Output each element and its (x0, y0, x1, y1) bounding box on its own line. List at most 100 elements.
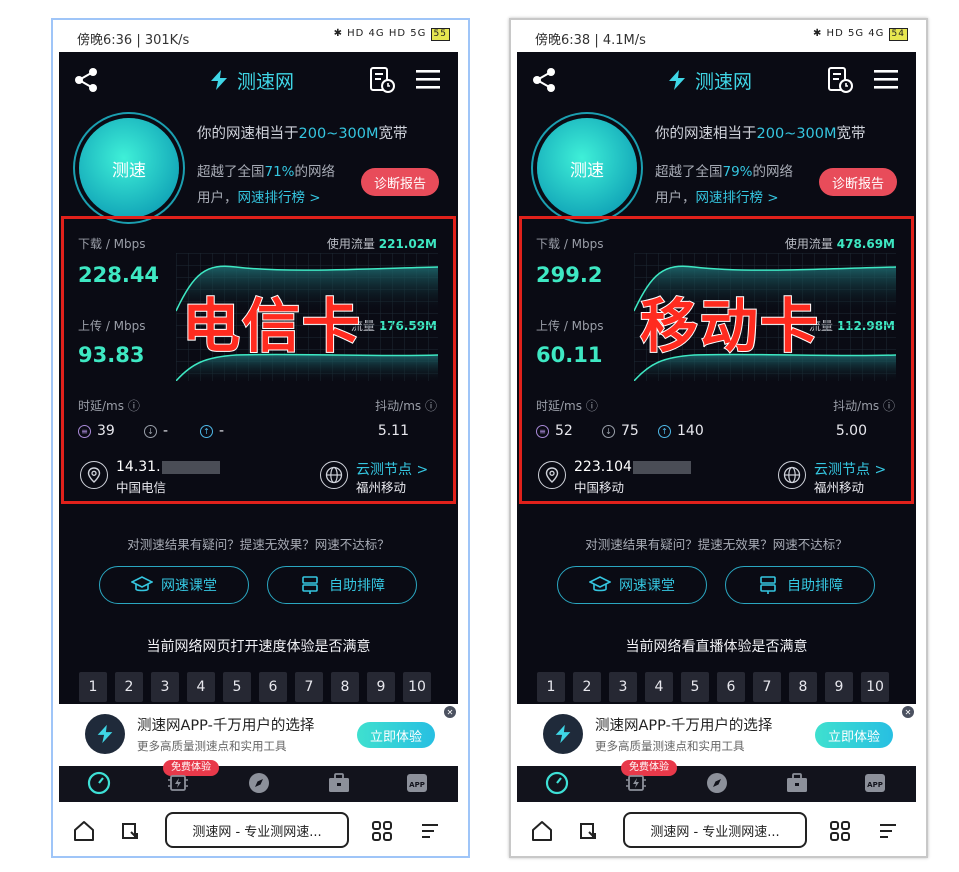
rating-option[interactable]: 3 (609, 672, 637, 702)
address-bar[interactable]: 测速网 - 专业测网速... (165, 812, 349, 848)
bottom-tab-bar: 免费体验 测网速 提网速 发现 工具箱 APP Apps (517, 760, 916, 802)
rating-option[interactable]: 2 (115, 672, 143, 702)
start-test-label: 测速 (112, 160, 146, 181)
rating-option[interactable]: 10 (403, 672, 431, 702)
app-promo-banner[interactable]: 测速网APP-千万用户的选择 更多高质量测速点和实用工具 立即体验 ✕ (59, 704, 458, 766)
speed-course-button[interactable]: 网速课堂 (557, 566, 707, 604)
home-icon[interactable] (73, 820, 95, 842)
grid-icon[interactable] (829, 820, 851, 842)
rating-option[interactable]: 9 (825, 672, 853, 702)
tab-toolbox[interactable]: 工具箱 (767, 770, 827, 802)
rating-option[interactable]: 6 (717, 672, 745, 702)
share-icon[interactable] (531, 66, 559, 94)
self-troubleshoot-button[interactable]: 自助排障 (267, 566, 417, 604)
test-node-link[interactable]: 云测节点 > (356, 459, 428, 479)
tab-discover[interactable]: 发现 (229, 770, 289, 802)
rating-row: 1 2 3 4 5 6 7 8 9 10 (537, 672, 889, 702)
rating-option[interactable]: 4 (187, 672, 215, 702)
address-bar[interactable]: 测速网 - 专业测网速... (623, 812, 807, 848)
start-test-button[interactable]: 测速 (537, 118, 637, 218)
ranking-line: 用户，网速排行榜 > (655, 190, 779, 206)
down-arrow-icon: ↓ (602, 424, 615, 438)
rating-option[interactable]: 1 (79, 672, 107, 702)
grid-icon[interactable] (371, 820, 393, 842)
close-icon[interactable]: ✕ (902, 706, 914, 718)
promo-title: 测速网APP-千万用户的选择 (595, 718, 773, 734)
rating-option[interactable]: 4 (645, 672, 673, 702)
ranking-link[interactable]: 网速排行榜 > (238, 190, 321, 206)
rating-option[interactable]: 5 (681, 672, 709, 702)
try-now-button[interactable]: 立即体验 (815, 722, 893, 748)
app-screen: 测速网 测速 你的网速相当于200~300M宽带 超越了全国71%的网络 用户，… (59, 52, 458, 802)
rating-option[interactable]: 7 (753, 672, 781, 702)
more-menu-icon[interactable] (419, 820, 441, 842)
toolbox-icon (787, 773, 807, 792)
rating-option[interactable]: 6 (259, 672, 287, 702)
upload-label: 上传 / Mbps (536, 319, 604, 333)
down-arrow-icon: ↓ (144, 424, 157, 438)
jitter-value: 5.00 (835, 423, 867, 439)
try-now-button[interactable]: 立即体验 (357, 722, 435, 748)
tab-speed-test[interactable]: 测网速 (69, 770, 129, 802)
rating-option[interactable]: 10 (861, 672, 889, 702)
tab-switcher-icon[interactable] (577, 820, 599, 842)
tab-boost[interactable]: 提网速 (606, 770, 666, 802)
tab-speed-test[interactable]: 测网速 (527, 770, 587, 802)
help-question: 对测速结果有疑问？提速无效果？网速不达标？ (127, 537, 390, 552)
history-icon[interactable] (369, 66, 395, 94)
satisfaction-question: 当前网络看直播体验是否满意 (625, 639, 808, 655)
browser-toolbar: 测速网 - 专业测网速... (53, 802, 468, 856)
diagnostic-report-button[interactable]: 诊断报告 (819, 168, 897, 196)
promo-title: 测速网APP-千万用户的选择 (137, 718, 315, 734)
upload-value: 60.11 (536, 343, 603, 367)
beat-percentage: 超越了全国79%的网络 (655, 164, 794, 180)
result-highlight-box: 下载 / Mbps 299.2 使用流量 478.69M 上传 / Mbps 6… (519, 216, 914, 504)
menu-icon[interactable] (873, 68, 899, 90)
promo-subtitle: 更多高质量测速点和实用工具 (595, 739, 745, 753)
app-promo-banner[interactable]: 测速网APP-千万用户的选择 更多高质量测速点和实用工具 立即体验 ✕ (517, 704, 916, 766)
tab-apps[interactable]: APP Apps (387, 770, 447, 802)
more-menu-icon[interactable] (877, 820, 899, 842)
download-latency: ↓ 75 (602, 423, 639, 439)
start-test-button[interactable]: 测速 (79, 118, 179, 218)
logo-icon (669, 70, 685, 90)
app-title: 测速网 (695, 70, 753, 93)
tab-apps[interactable]: APP Apps (845, 770, 905, 802)
ping-icon: ≡ (536, 424, 549, 438)
rating-option[interactable]: 1 (537, 672, 565, 702)
self-troubleshoot-button[interactable]: 自助排障 (725, 566, 875, 604)
svg-text:APP: APP (867, 781, 883, 789)
app-title: 测速网 (237, 70, 295, 93)
promo-subtitle: 更多高质量测速点和实用工具 (137, 739, 287, 753)
menu-icon[interactable] (415, 68, 441, 90)
tab-toolbox[interactable]: 工具箱 (309, 770, 369, 802)
phone-screenshot-mobile: 傍晚6:38 | 4.1M/s ✱ HD 5G 4G 54 测速网 测速 你的网… (509, 18, 928, 858)
top-bar: 测速网 (517, 52, 916, 108)
speed-equivalent: 你的网速相当于200~300M宽带 (655, 126, 866, 142)
status-icons: ✱ HD 4G HD 5G 55 (334, 28, 450, 41)
diagnostic-report-button[interactable]: 诊断报告 (361, 168, 439, 196)
rating-option[interactable]: 3 (151, 672, 179, 702)
rating-option[interactable]: 7 (295, 672, 323, 702)
history-icon[interactable] (827, 66, 853, 94)
signpost-icon (760, 576, 776, 594)
rating-option[interactable]: 8 (331, 672, 359, 702)
tab-boost[interactable]: 提网速 (148, 770, 208, 802)
speed-course-button[interactable]: 网速课堂 (99, 566, 249, 604)
speedometer-icon (87, 771, 111, 795)
app-logo: 测速网 (665, 66, 752, 94)
rating-option[interactable]: 8 (789, 672, 817, 702)
rating-option[interactable]: 5 (223, 672, 251, 702)
test-node-link[interactable]: 云测节点 > (814, 459, 886, 479)
rating-option[interactable]: 9 (367, 672, 395, 702)
compass-icon (707, 773, 727, 793)
close-icon[interactable]: ✕ (444, 706, 456, 718)
ranking-link[interactable]: 网速排行榜 > (696, 190, 779, 206)
tab-switcher-icon[interactable] (119, 820, 141, 842)
rating-row: 1 2 3 4 5 6 7 8 9 10 (79, 672, 431, 702)
share-icon[interactable] (73, 66, 101, 94)
rating-option[interactable]: 2 (573, 672, 601, 702)
tab-discover[interactable]: 发现 (687, 770, 747, 802)
home-icon[interactable] (531, 820, 553, 842)
jitter-label: 抖动/ms ⓘ (833, 399, 895, 413)
